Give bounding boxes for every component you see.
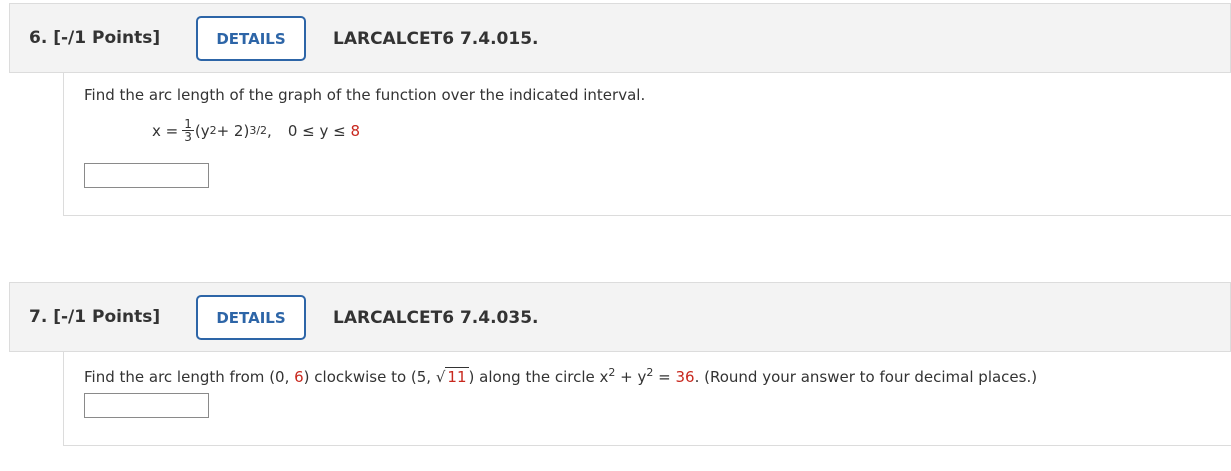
question-7-reference: LARCALCET6 7.4.035. bbox=[333, 308, 539, 328]
question-6-points: 6. [-/1 Points] bbox=[29, 28, 161, 48]
question-6-answer-input[interactable] bbox=[84, 163, 209, 188]
question-7-points: 7. [-/1 Points] bbox=[29, 307, 161, 327]
question-7-body: Find the arc length from (0, 6) clockwis… bbox=[63, 352, 1231, 446]
question-7-prompt: Find the arc length from (0, 6) clockwis… bbox=[84, 366, 1038, 386]
question-7-answer-input[interactable] bbox=[84, 393, 209, 418]
fraction: 1 3 bbox=[182, 117, 194, 144]
question-7-details-button[interactable]: DETAILS bbox=[196, 295, 306, 340]
interval: 0 ≤ y ≤ 8 bbox=[287, 121, 360, 140]
question-6-prompt: Find the arc length of the graph of the … bbox=[84, 86, 646, 104]
question-6-equation: x = 1 3 (y 2 + 2) 3/2, 0 ≤ y ≤ 8 bbox=[152, 117, 360, 144]
question-6-reference: LARCALCET6 7.4.015. bbox=[333, 29, 539, 49]
question-6-details-button[interactable]: DETAILS bbox=[196, 16, 306, 61]
square-root: √ 11 bbox=[435, 367, 469, 386]
question-7-header: 7. [-/1 Points] DETAILS LARCALCET6 7.4.0… bbox=[9, 282, 1231, 352]
question-6-header: 6. [-/1 Points] DETAILS LARCALCET6 7.4.0… bbox=[9, 3, 1231, 73]
question-6-body: Find the arc length of the graph of the … bbox=[63, 73, 1231, 216]
